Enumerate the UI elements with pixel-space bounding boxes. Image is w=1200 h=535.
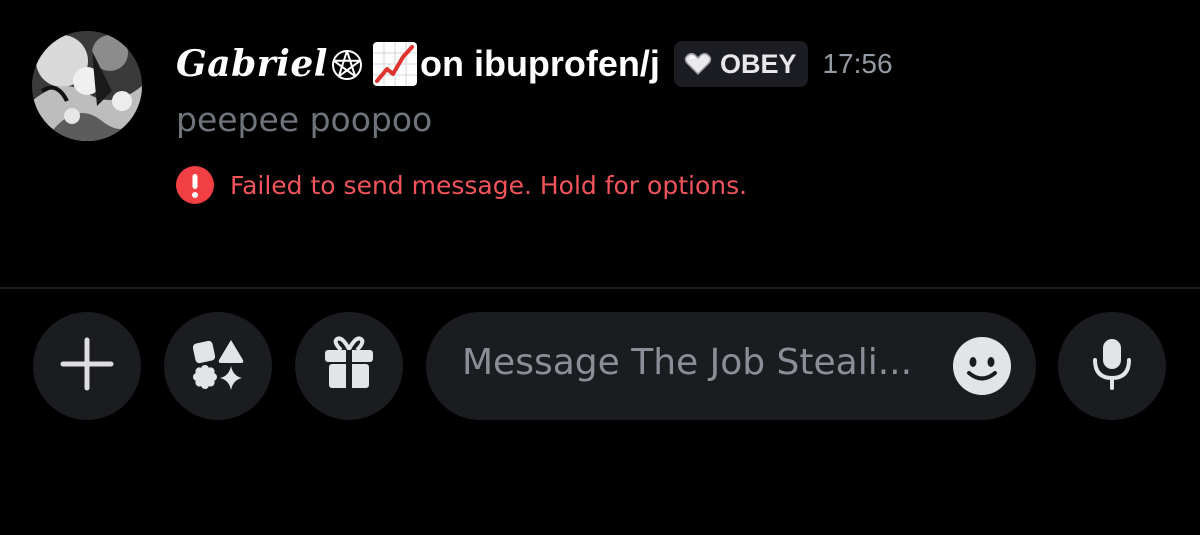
alert-icon — [176, 166, 214, 204]
server-tag-label: OBEY — [719, 48, 797, 79]
composer-divider — [0, 287, 1200, 289]
message-input[interactable]: Message The Job Steali... — [426, 312, 1036, 420]
emoji-button[interactable] — [952, 336, 1012, 396]
pentagram-icon — [330, 47, 364, 81]
message-header: Gabriel on ibuprofen/j OBEY 17:56 — [176, 36, 893, 92]
voice-message-button[interactable] — [1058, 312, 1166, 420]
apps-button[interactable] — [164, 312, 272, 420]
message-content[interactable]: peepee poopoo — [176, 100, 432, 139]
chart-increasing-icon — [372, 41, 418, 87]
send-error[interactable]: Failed to send message. Hold for options… — [176, 165, 747, 205]
attach-button[interactable] — [33, 312, 141, 420]
smiley-icon — [952, 337, 1012, 400]
server-tag[interactable]: OBEY — [673, 41, 809, 87]
gift-icon — [321, 336, 377, 397]
timestamp: 17:56 — [822, 48, 893, 79]
apps-shapes-icon — [190, 336, 246, 397]
username[interactable]: Gabriel — [176, 43, 328, 85]
avatar[interactable] — [32, 31, 142, 141]
gift-button[interactable] — [295, 312, 403, 420]
microphone-icon — [1084, 336, 1140, 397]
plus-icon — [59, 336, 115, 397]
chat-screen: Gabriel on ibuprofen/j OBEY 17:56 peepee… — [0, 0, 1200, 535]
white-heart-icon — [684, 52, 712, 76]
message-input-placeholder: Message The Job Steali... — [462, 342, 913, 383]
send-error-text: Failed to send message. Hold for options… — [230, 170, 748, 200]
username-suffix[interactable]: on ibuprofen/j — [420, 43, 660, 85]
